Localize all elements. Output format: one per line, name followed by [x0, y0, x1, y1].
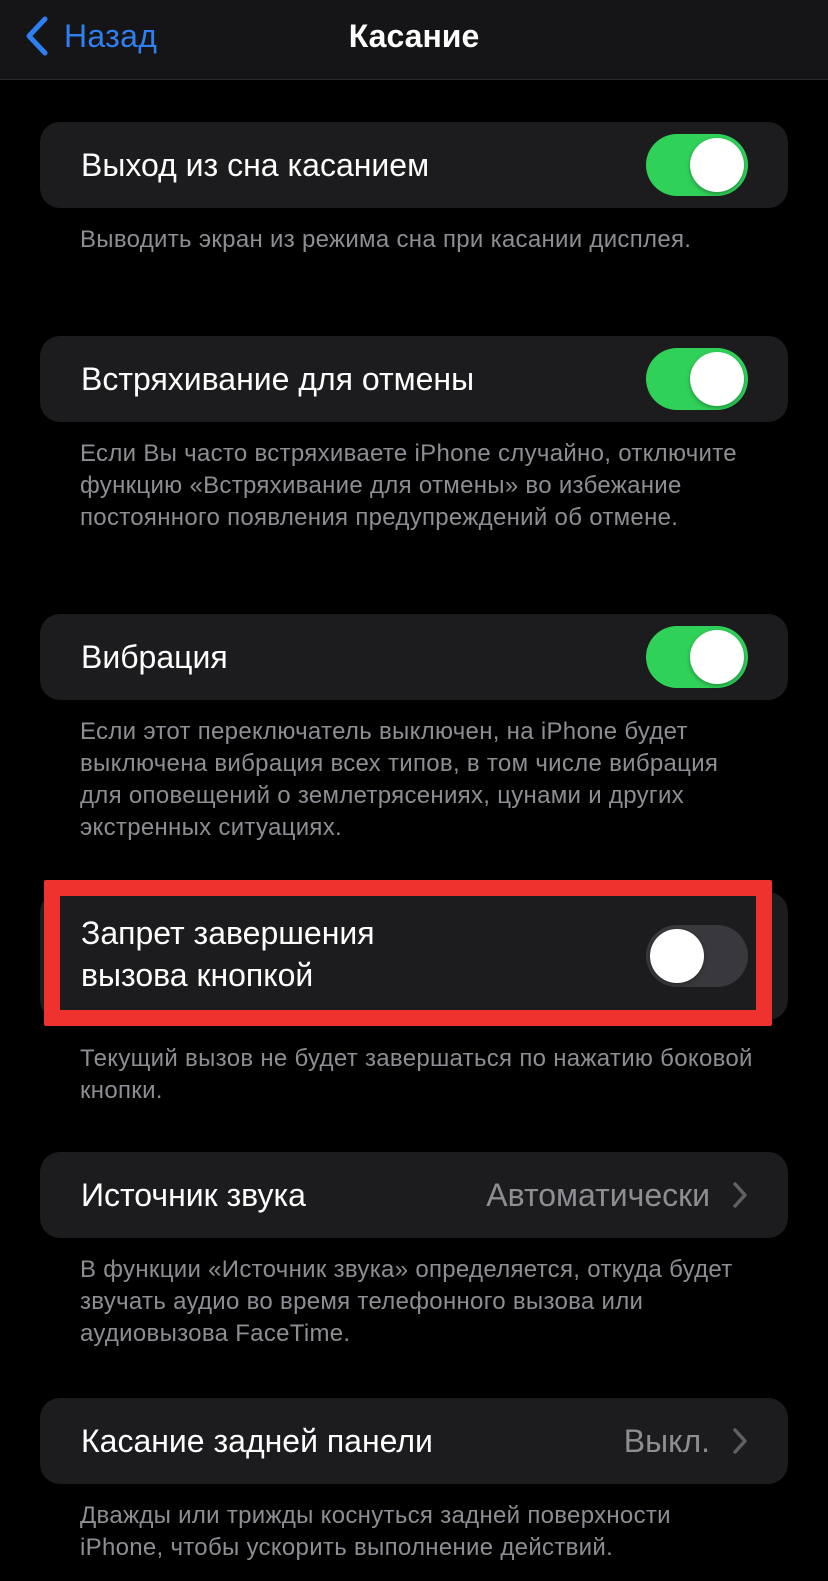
vibration-toggle[interactable] — [646, 626, 748, 688]
tap-to-wake-toggle[interactable] — [646, 134, 748, 196]
toggle-knob — [690, 630, 744, 684]
setting-label: Касание задней панели — [81, 1423, 433, 1459]
setting-footer: Если этот переключатель выключен, на iPh… — [80, 718, 719, 841]
setting-label: Встряхивание для отмены — [81, 361, 475, 397]
setting-row-prevent-lock-end-call: Запрет завершения вызова кнопкой — [40, 892, 788, 1020]
setting-label: Выход из сна касанием — [81, 147, 430, 183]
setting-row-shake-to-undo: Встряхивание для отмены — [40, 336, 788, 422]
setting-footer: Текущий вызов не будет завершаться по на… — [80, 1045, 753, 1104]
chevron-right-icon — [733, 1428, 747, 1454]
setting-footer: Выводить экран из режима сна при касании… — [80, 226, 692, 253]
chevron-right-icon — [733, 1182, 747, 1208]
prevent-lock-end-call-toggle[interactable] — [646, 925, 748, 987]
setting-row-tap-to-wake: Выход из сна касанием — [40, 122, 788, 208]
toggle-knob — [690, 352, 744, 406]
toggle-knob — [650, 929, 704, 983]
setting-label: Источник звука — [81, 1177, 306, 1213]
setting-value: Автоматически — [486, 1177, 710, 1213]
setting-label: Вибрация — [81, 639, 228, 675]
setting-row-call-audio-routing[interactable]: Источник звука Автоматически — [40, 1152, 788, 1238]
setting-row-vibration: Вибрация — [40, 614, 788, 700]
shake-to-undo-toggle[interactable] — [646, 348, 748, 410]
setting-footer: Если Вы часто встряхиваете iPhone случай… — [80, 440, 737, 531]
setting-footer: Дважды или трижды коснуться задней повер… — [80, 1502, 671, 1561]
setting-value: Выкл. — [623, 1423, 710, 1459]
setting-row-back-tap[interactable]: Касание задней панели Выкл. — [40, 1398, 788, 1484]
setting-label-line1: Запрет завершения — [81, 915, 375, 951]
toggle-knob — [690, 138, 744, 192]
page-title: Касание — [348, 18, 480, 54]
setting-footer: В функции «Источник звука» определяется,… — [80, 1256, 733, 1347]
setting-label-line2: вызова кнопкой — [81, 957, 314, 993]
navigation-bar: Назад Касание — [0, 0, 828, 80]
